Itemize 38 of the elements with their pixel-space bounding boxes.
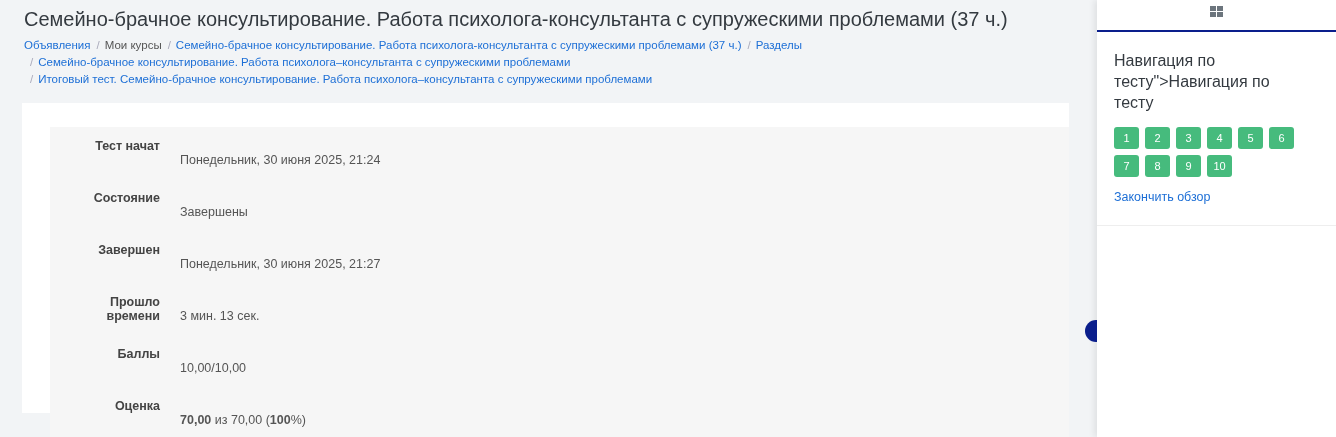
question-button[interactable]: 5 <box>1238 127 1263 149</box>
row-label: Баллы <box>117 347 160 361</box>
question-button[interactable]: 8 <box>1145 155 1170 177</box>
row-label: Тест начат <box>95 139 160 153</box>
question-button[interactable]: 2 <box>1145 127 1170 149</box>
breadcrumb-separator: / <box>30 55 34 70</box>
question-button[interactable]: 10 <box>1207 155 1232 177</box>
breadcrumb-separator: / <box>747 38 751 53</box>
breadcrumb-separator: / <box>30 72 34 87</box>
breadcrumb-link[interactable]: Разделы <box>755 37 802 54</box>
question-button[interactable]: 4 <box>1207 127 1232 149</box>
question-button[interactable]: 1 <box>1114 127 1139 149</box>
row-value: 70,00 из 70,00 (100%) <box>180 413 306 427</box>
breadcrumb-link[interactable]: Семейно-брачное консультирование. Работа психолога–консультанта с супружескими проблемами <box>38 54 571 71</box>
grid-icon[interactable] <box>1210 5 1223 17</box>
question-button[interactable]: 9 <box>1176 155 1201 177</box>
question-button[interactable]: 7 <box>1114 155 1139 177</box>
row-label: Состояние <box>93 191 160 205</box>
breadcrumb-link[interactable]: Семейно-брачное консультирование. Работа психолога-консультанта с супружескими проблемами (37 ч.) <box>175 37 742 54</box>
page-title: Семейно-брачное консультирование. Работа психолога-консультанта с супружескими проблемами (37 ч.) <box>24 8 1009 31</box>
row-label: Оценка <box>114 399 160 413</box>
row-value: Завершены <box>180 205 248 219</box>
row-value: 3 мин. 13 сек. <box>180 309 260 323</box>
row-value: 10,00/10,00 <box>180 361 247 375</box>
question-button[interactable]: 6 <box>1269 127 1294 149</box>
question-button[interactable]: 3 <box>1176 127 1201 149</box>
row-label: Прошло времени <box>106 295 160 323</box>
breadcrumb-item: Мои курсы <box>104 38 162 53</box>
finish-review-link[interactable]: Закончить обзор <box>1114 190 1211 204</box>
breadcrumb-link[interactable]: Объявления <box>24 37 91 54</box>
row-label: Завершен <box>98 243 160 257</box>
breadcrumb-separator: / <box>167 38 171 53</box>
row-value: Понедельник, 30 июня 2025, 21:27 <box>180 257 381 271</box>
breadcrumb-separator: / <box>96 38 100 53</box>
row-value: Понедельник, 30 июня 2025, 21:24 <box>180 153 381 167</box>
drawer-toggle-button[interactable] <box>1085 320 1097 342</box>
breadcrumb-link[interactable]: Итоговый тест. Семейно-брачное консультирование. Работа психолога–консультанта с супружескими проблемами <box>38 71 653 88</box>
block-title: Навигация по тесту">Навигация по тесту <box>1114 51 1271 113</box>
